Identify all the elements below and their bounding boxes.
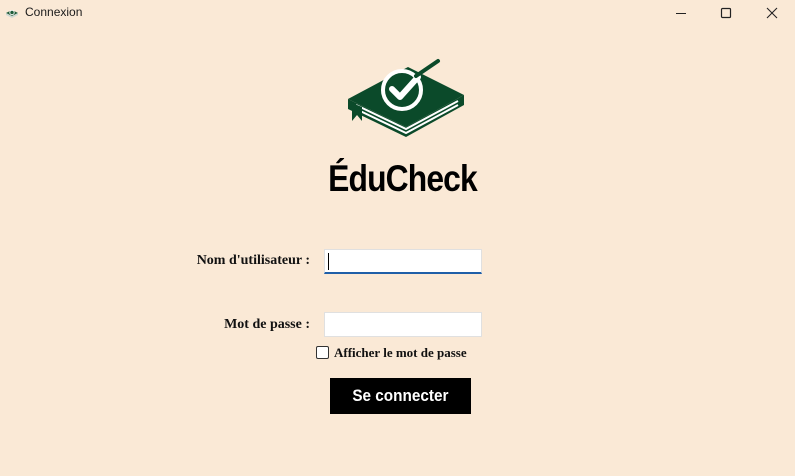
close-icon xyxy=(766,7,778,19)
maximize-button[interactable] xyxy=(703,0,749,26)
title-bar: Connexion xyxy=(0,0,795,26)
password-label: Mot de passe : xyxy=(224,317,310,332)
show-password-checkbox[interactable] xyxy=(316,346,329,359)
minimize-button[interactable] xyxy=(658,0,704,26)
show-password-label[interactable]: Afficher le mot de passe xyxy=(334,345,467,361)
text-cursor xyxy=(328,253,329,270)
minimize-icon xyxy=(676,13,686,14)
app-title: ÉduCheck xyxy=(328,158,478,199)
close-button[interactable] xyxy=(749,0,795,26)
login-button[interactable]: Se connecter xyxy=(330,378,471,414)
book-check-icon xyxy=(6,9,18,18)
window-title: Connexion xyxy=(25,5,83,19)
maximize-icon xyxy=(720,7,732,19)
password-field[interactable] xyxy=(324,312,482,337)
username-label: Nom d'utilisateur : xyxy=(196,253,310,268)
username-field[interactable] xyxy=(324,249,482,274)
book-checkmark-logo xyxy=(348,59,464,137)
login-button-label: Se connecter xyxy=(352,386,449,405)
